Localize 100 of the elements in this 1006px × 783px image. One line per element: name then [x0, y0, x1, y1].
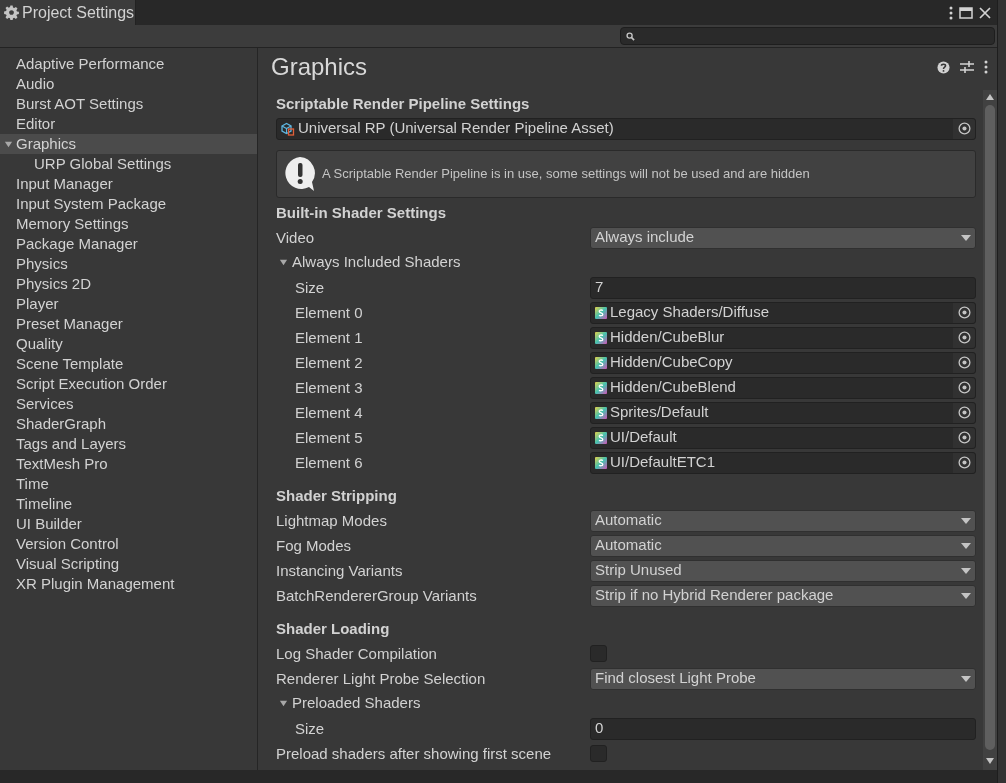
shader-icon	[595, 306, 607, 319]
field-label: Element 2	[295, 353, 363, 371]
close-icon[interactable]	[979, 6, 991, 19]
target-icon	[957, 331, 971, 344]
sidebar-item[interactable]: Quality	[0, 334, 257, 354]
search-icon	[626, 31, 635, 41]
sidebar-item[interactable]: Visual Scripting	[0, 554, 257, 574]
object-field-value: Hidden/CubeBlur	[610, 327, 726, 348]
object-field-value: UI/Default	[610, 427, 678, 448]
sidebar-item[interactable]: Services	[0, 394, 257, 414]
window-title: Project Settings	[22, 2, 135, 23]
object-field[interactable]: Hidden/CubeCopy	[590, 351, 976, 374]
sidebar-item[interactable]: Package Manager	[0, 234, 257, 254]
object-picker-button[interactable]	[953, 302, 975, 323]
object-field[interactable]: Hidden/CubeBlur	[590, 326, 976, 349]
field-label: Element 4	[295, 403, 363, 421]
window-tab[interactable]: Project Settings	[0, 0, 136, 25]
object-picker-button[interactable]	[953, 118, 975, 139]
section-heading: Scriptable Render Pipeline Settings	[276, 93, 530, 114]
sidebar-item[interactable]: Scene Template	[0, 354, 257, 374]
field-label: Renderer Light Probe Selection	[276, 669, 486, 687]
number-field[interactable]: 0	[590, 717, 976, 740]
target-icon	[957, 306, 971, 319]
field-label: Element 5	[295, 428, 363, 446]
dropdown-arrow-icon	[961, 675, 971, 682]
sliders-icon[interactable]	[960, 60, 974, 74]
dropdown[interactable]: Strip if no Hybrid Renderer package	[590, 584, 976, 607]
target-icon	[957, 431, 971, 444]
shader-icon	[595, 381, 607, 394]
more-options-icon[interactable]	[984, 60, 988, 74]
dropdown-arrow-icon	[961, 592, 971, 599]
sidebar-item[interactable]: Memory Settings	[0, 214, 257, 234]
sidebar-item[interactable]: Audio	[0, 74, 257, 94]
target-icon	[957, 456, 971, 469]
sidebar-item[interactable]: Time	[0, 474, 257, 494]
dropdown[interactable]: Automatic	[590, 534, 976, 557]
foldout-arrow-icon[interactable]	[279, 699, 288, 708]
object-field-value: Hidden/CubeCopy	[610, 352, 734, 373]
search-field[interactable]	[620, 27, 995, 45]
object-field[interactable]: UI/DefaultETC1	[590, 451, 976, 474]
shader-icon	[595, 406, 607, 419]
sidebar-item[interactable]: Input Manager	[0, 174, 257, 194]
sidebar-item[interactable]: Input System Package	[0, 194, 257, 214]
field-label: Preload shaders after showing first scene	[276, 744, 552, 762]
object-field[interactable]: Legacy Shaders/Diffuse	[590, 301, 976, 324]
sidebar-item[interactable]: Physics	[0, 254, 257, 274]
field-label: Fog Modes	[276, 536, 352, 554]
sidebar-item[interactable]: UI Builder	[0, 514, 257, 534]
help-icon[interactable]	[937, 60, 950, 74]
field-label: Log Shader Compilation	[276, 644, 437, 662]
maximize-icon[interactable]	[959, 6, 973, 19]
sidebar-item[interactable]: Editor	[0, 114, 257, 134]
target-icon	[957, 381, 971, 394]
sidebar-item[interactable]: Graphics	[0, 134, 257, 154]
shader-icon	[595, 331, 607, 344]
object-field[interactable]: UI/Default	[590, 426, 976, 449]
dropdown[interactable]: Automatic	[590, 509, 976, 532]
object-picker-button[interactable]	[953, 452, 975, 473]
more-options-icon[interactable]	[949, 5, 953, 20]
pipeline-asset-icon	[281, 121, 295, 136]
sidebar-item[interactable]: URP Global Settings	[0, 154, 257, 174]
object-field-value: Sprites/Default	[610, 402, 710, 423]
object-field[interactable]: Hidden/CubeBlend	[590, 376, 976, 399]
object-field-value: Universal RP (Universal Render Pipeline Asset)	[298, 118, 615, 139]
number-field[interactable]: 7	[590, 276, 976, 299]
field-label: Element 1	[295, 328, 363, 346]
object-field[interactable]: Universal RP (Universal Render Pipeline Asset)	[276, 117, 976, 140]
warning-icon	[283, 156, 317, 192]
dropdown[interactable]: Strip Unused	[590, 559, 976, 582]
object-field[interactable]: Sprites/Default	[590, 401, 976, 424]
sidebar-item[interactable]: Version Control	[0, 534, 257, 554]
shader-icon	[595, 456, 607, 469]
sidebar-item[interactable]: Preset Manager	[0, 314, 257, 334]
sidebar-item[interactable]: Timeline	[0, 494, 257, 514]
field-label: Always Included Shaders	[292, 252, 461, 273]
object-picker-button[interactable]	[953, 352, 975, 373]
page-title: Graphics	[271, 52, 368, 82]
sidebar-item[interactable]: Tags and Layers	[0, 434, 257, 454]
dropdown-arrow-icon	[961, 567, 971, 574]
foldout-arrow-icon[interactable]	[4, 139, 13, 149]
section-heading: Shader Stripping	[276, 485, 397, 506]
field-label: Preloaded Shaders	[292, 693, 421, 714]
sidebar-item[interactable]: Burst AOT Settings	[0, 94, 257, 114]
sidebar-item[interactable]: Adaptive Performance	[0, 54, 257, 74]
dropdown[interactable]: Find closest Light Probe	[590, 667, 976, 690]
sidebar-item[interactable]: TextMesh Pro	[0, 454, 257, 474]
field-label: Video	[276, 228, 315, 246]
object-picker-button[interactable]	[953, 377, 975, 398]
sidebar-item[interactable]: ShaderGraph	[0, 414, 257, 434]
scrollbar[interactable]	[983, 90, 997, 770]
sidebar-item[interactable]: XR Plugin Management	[0, 574, 257, 594]
foldout-arrow-icon[interactable]	[279, 258, 288, 267]
object-picker-button[interactable]	[953, 327, 975, 348]
object-field-value: Hidden/CubeBlend	[610, 377, 737, 398]
object-picker-button[interactable]	[953, 427, 975, 448]
object-picker-button[interactable]	[953, 402, 975, 423]
sidebar-item[interactable]: Physics 2D	[0, 274, 257, 294]
dropdown[interactable]: Always include	[590, 226, 976, 249]
sidebar-item[interactable]: Script Execution Order	[0, 374, 257, 394]
sidebar-item[interactable]: Player	[0, 294, 257, 314]
